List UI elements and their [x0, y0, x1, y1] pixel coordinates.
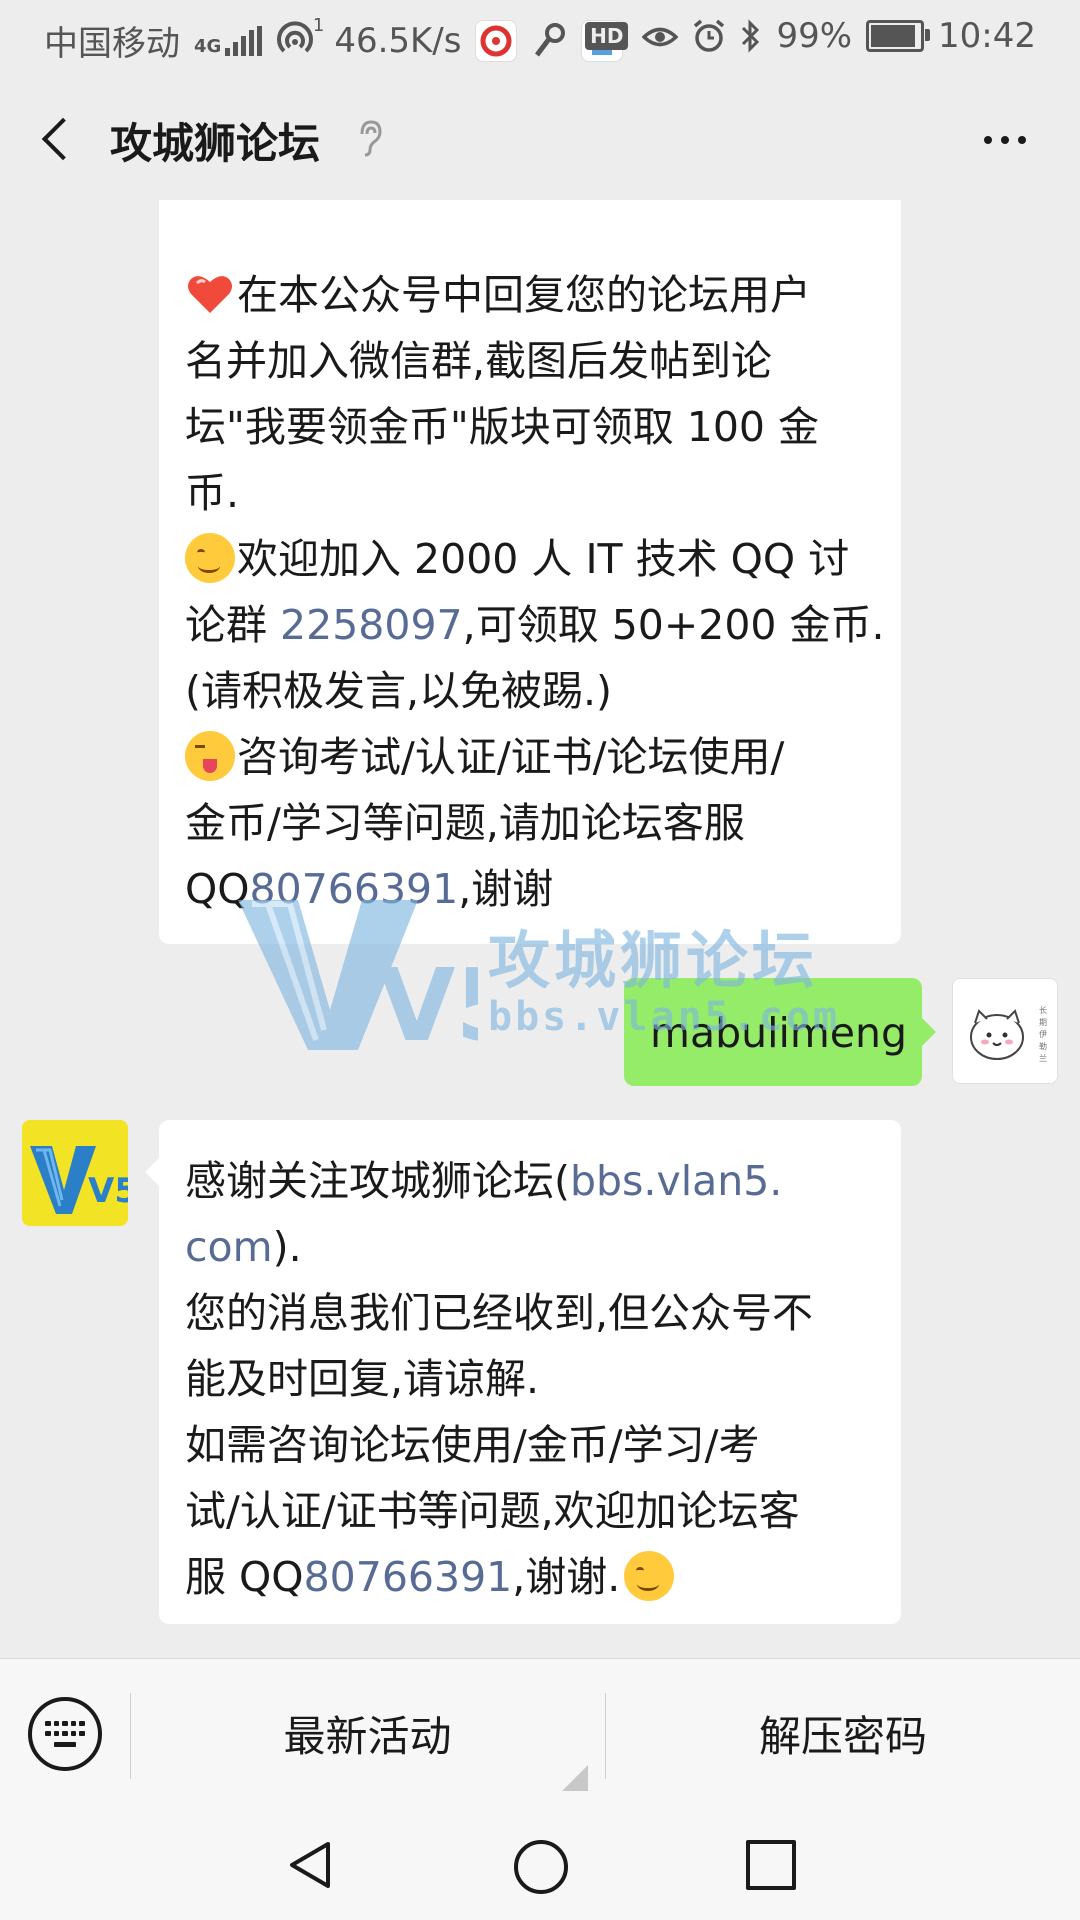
svg-text:伊: 伊	[1039, 1029, 1047, 1039]
message-line: 服 QQ80766391,谢谢.	[185, 1544, 875, 1610]
signal-icon: 4G	[194, 25, 263, 57]
key-icon	[531, 21, 567, 61]
svg-text:期: 期	[1039, 1018, 1047, 1027]
sent-message-text: mabulimeng	[650, 1009, 908, 1057]
bluetooth-icon	[740, 18, 762, 54]
avatar-logo-text: V5	[88, 1171, 128, 1211]
hotspot-icon: 1	[276, 15, 324, 61]
netease-app-icon	[475, 19, 518, 62]
qq-number-link[interactable]: 80766391	[304, 1553, 513, 1601]
menu-unzip-password[interactable]: 解压密码	[606, 1659, 1080, 1815]
menu-latest-activity[interactable]: 最新活动	[131, 1659, 604, 1815]
message-line: 能及时回复,请谅解.	[185, 1355, 540, 1403]
qq-number-link[interactable]: 80766391	[250, 865, 459, 913]
status-bar: 中国移动 4G 1 46.5K/s HD 99% 10:42	[0, 0, 1080, 76]
watermark-logo-text: V5	[378, 947, 478, 1060]
message-line: 您的消息我们已经收到,但公众号不	[185, 1289, 814, 1337]
hd-badge: HD	[585, 22, 629, 50]
nav-home-icon[interactable]	[514, 1840, 568, 1894]
chat-title: 攻城狮论坛	[110, 119, 321, 168]
status-right: HD 99% 10:42	[585, 16, 1036, 56]
keyboard-icon[interactable]	[28, 1697, 102, 1771]
status-left: 中国移动 4G 1 46.5K/s	[44, 15, 624, 65]
user-avatar[interactable]: 长 期 伊 勒 兰	[952, 978, 1058, 1084]
forum-link[interactable]: bbs.vlan5.	[570, 1157, 782, 1205]
message-line: (请积极发言,以免被踢.)	[185, 667, 613, 715]
sent-message[interactable]: mabulimeng	[624, 978, 936, 1086]
carrier-name: 中国移动	[44, 24, 180, 64]
hotspot-count: 1	[312, 14, 325, 36]
message-line: 咨询考试/认证/证书/论坛使用/	[185, 724, 875, 790]
message-line: 名并加入微信群,截图后发帖到论	[185, 337, 773, 385]
received-message[interactable]: 在本公众号中回复您的论坛用户 名并加入微信群,截图后发帖到论 坛"我要领金币"版…	[159, 200, 901, 944]
message-line: 论群 2258097,可领取 50+200 金币.	[185, 601, 885, 649]
message-line: 试/认证/证书等问题,欢迎加论坛客	[185, 1487, 800, 1535]
smile-emoji-icon	[185, 533, 235, 583]
tongue-emoji-icon	[185, 731, 235, 781]
message-line: 金币/学习等问题,请加论坛客服	[185, 799, 745, 847]
message-line: 在本公众号中回复您的论坛用户	[185, 262, 875, 328]
alarm-icon	[692, 18, 726, 54]
message-line: 感谢关注攻城狮论坛(bbs.vlan5.	[185, 1157, 783, 1205]
qq-group-link[interactable]: 2258097	[280, 601, 463, 649]
heart-icon	[185, 269, 235, 319]
message-line: 如需咨询论坛使用/金币/学习/考	[185, 1421, 760, 1469]
message-line: 币.	[185, 469, 240, 517]
listen-ear-icon	[354, 118, 384, 158]
network-speed: 46.5K/s	[334, 20, 462, 61]
forum-link-cont[interactable]: com	[185, 1223, 273, 1271]
eye-icon	[641, 21, 679, 51]
nav-recent-icon[interactable]	[746, 1840, 796, 1890]
message-line: QQ80766391,谢谢	[185, 865, 554, 913]
more-icon[interactable]	[984, 120, 1044, 160]
official-account-menu: 最新活动 解压密码	[0, 1658, 1080, 1815]
nav-back-icon[interactable]	[284, 1838, 338, 1892]
message-line: 欢迎加入 2000 人 IT 技术 QQ 讨	[185, 526, 875, 592]
back-icon[interactable]	[30, 108, 90, 168]
battery-percent: 99%	[776, 16, 853, 56]
submenu-indicator	[562, 1765, 588, 1791]
received-message[interactable]: 感谢关注攻城狮论坛(bbs.vlan5. com). 您的消息我们已经收到,但公…	[145, 1120, 901, 1624]
message-line: 坛"我要领金币"版块可领取 100 金	[185, 403, 820, 451]
system-nav-bar	[0, 1814, 1080, 1920]
battery-icon	[866, 20, 931, 52]
chat-header: 攻城狮论坛	[0, 76, 1080, 200]
svg-text:兰: 兰	[1039, 1053, 1047, 1063]
clock: 10:42	[938, 16, 1036, 56]
network-type: 4G	[194, 35, 222, 57]
smile-emoji-icon	[624, 1551, 675, 1601]
svg-text:勒: 勒	[1039, 1041, 1047, 1051]
official-account-avatar[interactable]: V5	[22, 1120, 128, 1226]
sticker-text: 长	[1039, 1005, 1047, 1015]
message-line: com).	[185, 1223, 302, 1271]
